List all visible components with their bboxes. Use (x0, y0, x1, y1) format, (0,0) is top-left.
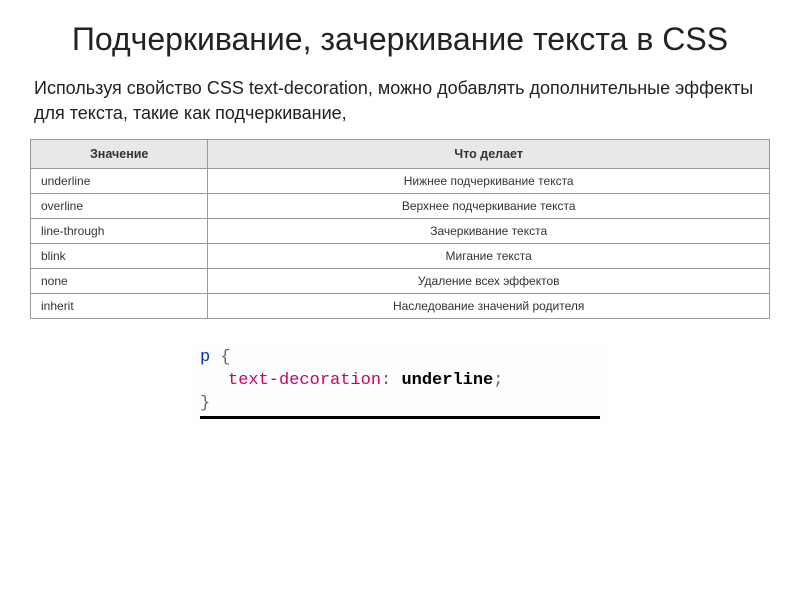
cell-desc: Нижнее подчеркивание текста (208, 168, 770, 193)
cell-value: overline (31, 193, 208, 218)
values-table: Значение Что делает underline Нижнее под… (30, 139, 770, 319)
code-semicolon: ; (493, 371, 503, 390)
th-value: Значение (31, 139, 208, 168)
code-selector: p (200, 348, 210, 367)
table-row: overline Верхнее подчеркивание текста (31, 193, 770, 218)
code-line-3: } (200, 393, 600, 416)
table-row: underline Нижнее подчеркивание текста (31, 168, 770, 193)
table-row: line-through Зачеркивание текста (31, 218, 770, 243)
table-row: blink Мигание текста (31, 243, 770, 268)
cell-desc: Удаление всех эффектов (208, 268, 770, 293)
cell-value: line-through (31, 218, 208, 243)
th-desc: Что делает (208, 139, 770, 168)
code-example: p { text-decoration: underline; } (190, 341, 610, 423)
table-header-row: Значение Что делает (31, 139, 770, 168)
document-page: Подчеркивание, зачеркивание текста в CSS… (0, 0, 800, 443)
brace-open: { (220, 348, 230, 367)
intro-paragraph: Используя свойство CSS text-decoration, … (30, 76, 770, 125)
table-row: inherit Наследование значений родителя (31, 293, 770, 318)
cell-desc: Мигание текста (208, 243, 770, 268)
code-line-2: text-decoration: underline; (200, 370, 600, 393)
table-row: none Удаление всех эффектов (31, 268, 770, 293)
code-divider (200, 416, 600, 419)
code-property: text-decoration (228, 371, 381, 390)
brace-close: } (200, 394, 210, 413)
cell-value: blink (31, 243, 208, 268)
cell-desc: Верхнее подчеркивание текста (208, 193, 770, 218)
cell-value: inherit (31, 293, 208, 318)
cell-value: underline (31, 168, 208, 193)
code-colon: : (381, 371, 391, 390)
cell-value: none (31, 268, 208, 293)
code-line-1: p { (200, 347, 600, 370)
cell-desc: Зачеркивание текста (208, 218, 770, 243)
page-title: Подчеркивание, зачеркивание текста в CSS (30, 20, 770, 58)
code-value: underline (401, 371, 493, 390)
cell-desc: Наследование значений родителя (208, 293, 770, 318)
